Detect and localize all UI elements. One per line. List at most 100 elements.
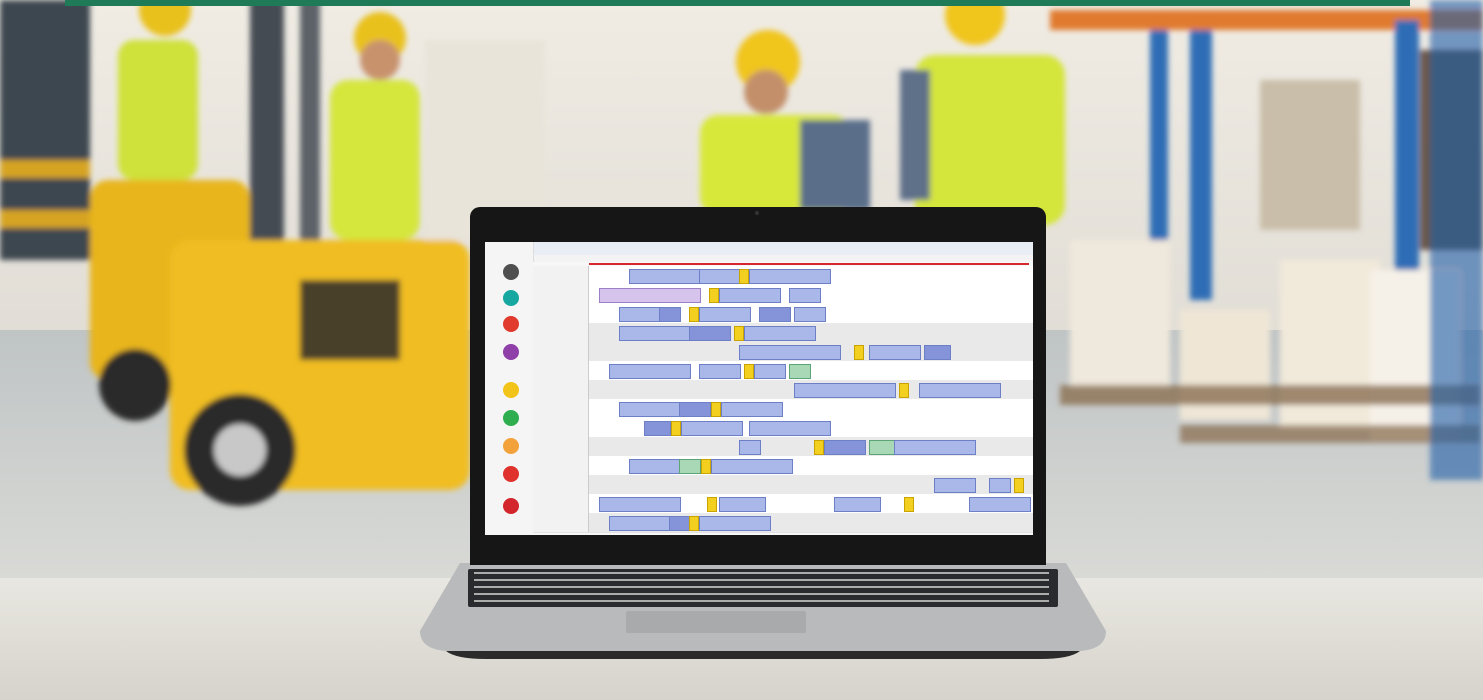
gantt-lane [589,418,1033,437]
gantt-block[interactable] [609,516,671,531]
gantt-lane [589,399,1033,418]
gantt-block[interactable] [894,440,976,455]
gantt-block[interactable] [689,326,731,341]
gantt-block[interactable] [699,516,771,531]
gantt-block[interactable] [699,269,741,284]
gantt-block[interactable] [834,497,881,512]
gantt-block[interactable] [794,307,826,322]
gantt-block[interactable] [681,421,743,436]
gantt-row [533,513,1033,533]
row-label [533,437,589,456]
gantt-row [533,342,1033,362]
gantt-block[interactable] [869,440,896,455]
gantt-block[interactable] [699,307,751,322]
box-icon[interactable] [503,382,519,398]
gantt-block[interactable] [711,402,721,417]
gantt-block[interactable] [1014,478,1024,493]
gantt-block[interactable] [711,459,793,474]
gantt-lane [589,323,1033,342]
gantt-lane [589,304,1033,323]
gantt-block[interactable] [749,269,831,284]
top-accent-bar [65,0,1410,6]
gantt-block[interactable] [749,421,831,436]
gantt-lane [589,342,1033,361]
gantt-block[interactable] [744,326,816,341]
gantt-block[interactable] [689,516,699,531]
gantt-block[interactable] [701,459,711,474]
gantt-block[interactable] [619,307,661,322]
gantt-block[interactable] [989,478,1011,493]
gantt-block[interactable] [599,288,701,303]
gantt-lane [589,437,1033,456]
row-label [533,475,589,494]
user-icon[interactable] [503,264,519,280]
gantt-block[interactable] [924,345,951,360]
gantt-block[interactable] [689,307,699,322]
gantt-block[interactable] [699,364,741,379]
gantt-block[interactable] [869,345,921,360]
gantt-block[interactable] [794,383,896,398]
gantt-row [533,285,1033,305]
gantt-lane [589,380,1033,399]
gantt-row [533,475,1033,495]
gantt-block[interactable] [721,402,783,417]
layers-icon[interactable] [503,438,519,454]
gantt-block[interactable] [814,440,824,455]
gantt-block[interactable] [919,383,1001,398]
gantt-block[interactable] [679,459,701,474]
current-time-marker [589,263,1029,265]
gantt-block[interactable] [759,307,791,322]
gantt-block[interactable] [969,497,1031,512]
gantt-block[interactable] [679,402,711,417]
row-label [533,323,589,342]
gantt-block[interactable] [934,478,976,493]
gantt-block[interactable] [609,364,691,379]
gantt-block[interactable] [719,497,766,512]
gantt-block[interactable] [619,326,691,341]
gantt-block[interactable] [599,497,681,512]
gantt-block[interactable] [629,269,701,284]
webcam [755,211,759,215]
gantt-block[interactable] [734,326,744,341]
gantt-block[interactable] [739,345,841,360]
gantt-block[interactable] [707,497,717,512]
truck-icon[interactable] [503,316,519,332]
delete-icon[interactable] [503,498,519,514]
row-label [533,494,589,513]
gantt-block[interactable] [754,364,786,379]
gantt-block[interactable] [644,421,671,436]
gantt-block[interactable] [789,364,811,379]
gantt-block[interactable] [739,440,761,455]
row-label [533,380,589,399]
gantt-block[interactable] [719,288,781,303]
gantt-block[interactable] [789,288,821,303]
send-icon[interactable] [503,290,519,306]
refresh-icon[interactable] [503,410,519,426]
gantt-block[interactable] [739,269,749,284]
download-icon[interactable] [503,344,519,360]
gantt-row [533,494,1033,514]
gantt-block[interactable] [669,516,691,531]
gantt-lane [589,475,1033,494]
row-label [533,418,589,437]
alert-icon[interactable] [503,466,519,482]
gantt-row [533,418,1033,438]
gantt-lane [589,266,1033,285]
gantt-block[interactable] [854,345,864,360]
gantt-block[interactable] [744,364,754,379]
gantt-row [533,456,1033,476]
gantt-block[interactable] [671,421,681,436]
gantt-block[interactable] [709,288,719,303]
gantt-block[interactable] [824,440,866,455]
gantt-block[interactable] [629,459,681,474]
row-label [533,513,589,532]
gantt-block[interactable] [619,402,681,417]
gantt-block[interactable] [659,307,681,322]
gantt-block[interactable] [904,497,914,512]
gantt-lane [589,494,1033,513]
row-label [533,304,589,323]
gantt-lane [589,361,1033,380]
row-label [533,456,589,475]
warehouse-photo [0,0,1483,700]
gantt-block[interactable] [899,383,909,398]
